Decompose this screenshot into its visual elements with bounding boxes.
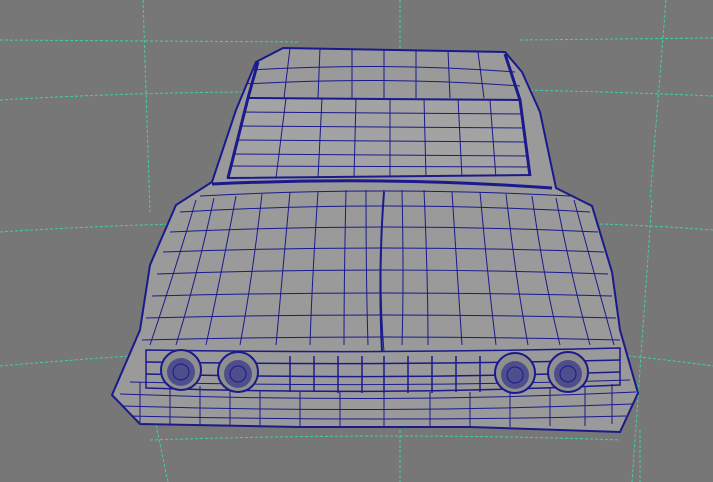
grid-line xyxy=(154,419,169,482)
grid-line xyxy=(0,355,131,367)
grid-line xyxy=(0,39,301,43)
headlight-right-inner[interactable] xyxy=(494,352,536,394)
car-model[interactable] xyxy=(110,46,640,434)
viewport-canvas[interactable] xyxy=(0,0,713,482)
grid-line xyxy=(599,223,713,231)
grid-line xyxy=(519,37,713,41)
grid-line xyxy=(519,89,713,97)
headlight-left-outer[interactable] xyxy=(160,349,202,391)
viewport-panel[interactable] xyxy=(0,0,713,482)
grid-line xyxy=(0,223,181,233)
headlight-right-outer[interactable] xyxy=(547,351,589,393)
grid-line xyxy=(631,199,653,482)
headlight-left-inner[interactable] xyxy=(217,351,259,393)
grid-line xyxy=(142,0,151,213)
grid-line xyxy=(0,91,261,101)
grid-line xyxy=(649,0,667,201)
grid-line xyxy=(149,435,621,441)
